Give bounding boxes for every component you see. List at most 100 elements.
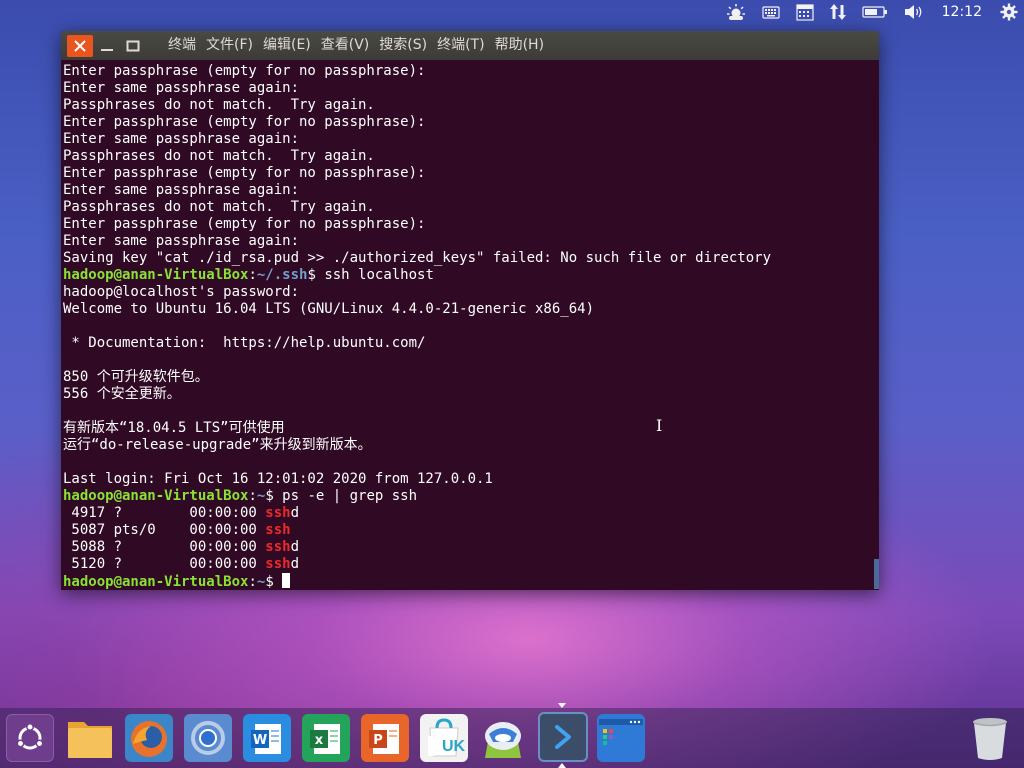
ps-row: 5088 ? 00:00:00 sshd — [63, 539, 879, 556]
workspace-switcher-button[interactable] — [597, 714, 645, 762]
active-app-indicator — [558, 703, 566, 708]
terminal-window[interactable]: 终端 文件(F) 编辑(E) 查看(V) 搜索(S) 终端(T) 帮助(H) E… — [61, 31, 879, 590]
menu-edit[interactable]: 编辑(E) — [258, 31, 316, 60]
output-line: Saving key "cat ./id_rsa.pud >> ./author… — [63, 250, 772, 266]
ubuntu-launcher-icon — [16, 723, 44, 750]
settings-gear-icon[interactable] — [992, 0, 1024, 24]
svg-text:W: W — [253, 733, 267, 748]
top-panel: 12:12 — [0, 0, 1024, 24]
prompt-colon: : — [248, 267, 257, 283]
files-button[interactable] — [66, 714, 114, 762]
output-line: hadoop@localhost's password: — [63, 284, 300, 300]
wps-spreadsheets-icon: x — [310, 724, 340, 754]
output-line: Enter passphrase (empty for no passphras… — [63, 165, 426, 181]
menu-terminal[interactable]: 终端(T) — [432, 31, 489, 60]
output-line: 有新版本“18.04.5 LTS”可供使用 — [63, 420, 285, 436]
terminal-cursor — [282, 573, 291, 588]
trash-button[interactable] — [966, 714, 1014, 762]
prompt-colon: : — [248, 488, 257, 504]
output-line: * Documentation: https://help.ubuntu.com… — [63, 335, 426, 351]
terminal-icon — [555, 725, 571, 749]
window-titlebar[interactable]: 终端 文件(F) 编辑(E) 查看(V) 搜索(S) 终端(T) 帮助(H) — [61, 31, 879, 60]
wps-writer-button[interactable]: W — [243, 714, 291, 762]
output-line: Passphrases do not match. Try again. — [63, 199, 375, 215]
grep-match: ssh — [265, 556, 291, 572]
volume-icon[interactable] — [896, 0, 932, 24]
minimize-icon — [101, 48, 113, 51]
ps-row: 4917 ? 00:00:00 sshd — [63, 505, 879, 522]
panel-clock[interactable]: 12:12 — [932, 4, 992, 20]
kylin-assistant-button[interactable] — [479, 714, 527, 762]
battery-icon[interactable] — [854, 0, 896, 24]
menu-file[interactable]: 文件(F) — [201, 31, 258, 60]
wps-spreadsheets-button[interactable]: x — [302, 714, 350, 762]
svg-text:P: P — [373, 733, 383, 748]
svg-text:x: x — [315, 733, 324, 748]
terminal-output[interactable]: Enter passphrase (empty for no passphras… — [61, 60, 879, 590]
prompt-line: hadoop@anan-VirtualBox:~$ ps -e | grep s… — [63, 488, 879, 505]
prompt-user: hadoop@anan-VirtualBox — [63, 488, 249, 504]
prompt-user: hadoop@anan-VirtualBox — [63, 574, 249, 590]
output-line: Enter same passphrase again: — [63, 233, 300, 249]
close-button[interactable] — [67, 34, 93, 57]
workspace-switcher-icon — [599, 719, 643, 759]
active-app-indicator — [558, 763, 566, 768]
ps-row-text: 5087 pts/0 00:00:00 — [63, 522, 266, 538]
prompt-colon: : — [248, 574, 257, 590]
output-line: Enter passphrase (empty for no passphras… — [63, 63, 426, 79]
prompt-line[interactable]: hadoop@anan-VirtualBox:~$ — [63, 573, 879, 590]
maximize-button[interactable] — [121, 35, 145, 57]
menubar: 终端 文件(F) 编辑(E) 查看(V) 搜索(S) 终端(T) 帮助(H) — [163, 31, 549, 60]
output-line: 556 个安全更新。 — [63, 386, 181, 402]
output-line: Passphrases do not match. Try again. — [63, 148, 375, 164]
output-line: 850 个可升级软件包。 — [63, 369, 209, 385]
output-line: Last login: Fri Oct 16 12:01:02 2020 fro… — [63, 471, 493, 487]
weather-icon[interactable] — [718, 0, 754, 24]
kylin-assistant-icon — [485, 722, 521, 758]
software-center-badge: UK — [442, 738, 466, 755]
keyboard-icon[interactable] — [754, 0, 788, 24]
network-icon[interactable] — [822, 0, 854, 24]
scrollbar-thumb[interactable] — [874, 559, 879, 589]
prompt-user: hadoop@anan-VirtualBox — [63, 267, 249, 283]
ps-row-text: 5120 ? 00:00:00 — [63, 556, 266, 572]
dock: W x P UK — [0, 708, 1024, 768]
mouse-ibeam-cursor-icon: I — [656, 416, 663, 435]
minimize-button[interactable] — [95, 35, 119, 57]
close-icon — [74, 39, 86, 52]
command-text: ps -e | grep ssh — [282, 488, 418, 504]
trash-icon — [973, 718, 1007, 760]
wps-presentation-button[interactable]: P — [361, 714, 409, 762]
prompt-dollar: $ — [265, 488, 283, 504]
output-line: Enter passphrase (empty for no passphras… — [63, 114, 426, 130]
output-line: Enter same passphrase again: — [63, 131, 300, 147]
grep-match: ssh — [265, 539, 291, 555]
ubuntu-launcher-button[interactable] — [6, 714, 54, 762]
ps-row-suffix: d — [290, 505, 300, 521]
software-center-button[interactable]: UK — [420, 714, 468, 762]
prompt-dollar: $ — [307, 267, 325, 283]
menu-search[interactable]: 搜索(S) — [374, 31, 432, 60]
command-text: ssh localhost — [324, 267, 434, 283]
menu-view[interactable]: 查看(V) — [316, 31, 375, 60]
firefox-icon — [125, 714, 173, 762]
ps-row-text: 4917 ? 00:00:00 — [63, 505, 266, 521]
menu-help[interactable]: 帮助(H) — [490, 31, 549, 60]
output-line: Enter same passphrase again: — [63, 80, 300, 96]
menu-terminal-app[interactable]: 终端 — [163, 31, 201, 60]
calendar-icon[interactable] — [788, 0, 822, 24]
prompt-path: ~/.ssh — [256, 267, 308, 283]
terminal-button[interactable] — [538, 712, 588, 762]
grep-match: ssh — [265, 505, 291, 521]
firefox-button[interactable] — [125, 714, 173, 762]
chromium-button[interactable] — [184, 714, 232, 762]
output-line: 运行“do-release-upgrade”来升级到新版本。 — [63, 437, 372, 453]
ps-row-suffix: d — [290, 556, 300, 572]
ps-row-suffix: d — [290, 539, 300, 555]
wps-writer-icon: W — [251, 724, 281, 754]
ps-row: 5120 ? 00:00:00 sshd — [63, 556, 879, 573]
